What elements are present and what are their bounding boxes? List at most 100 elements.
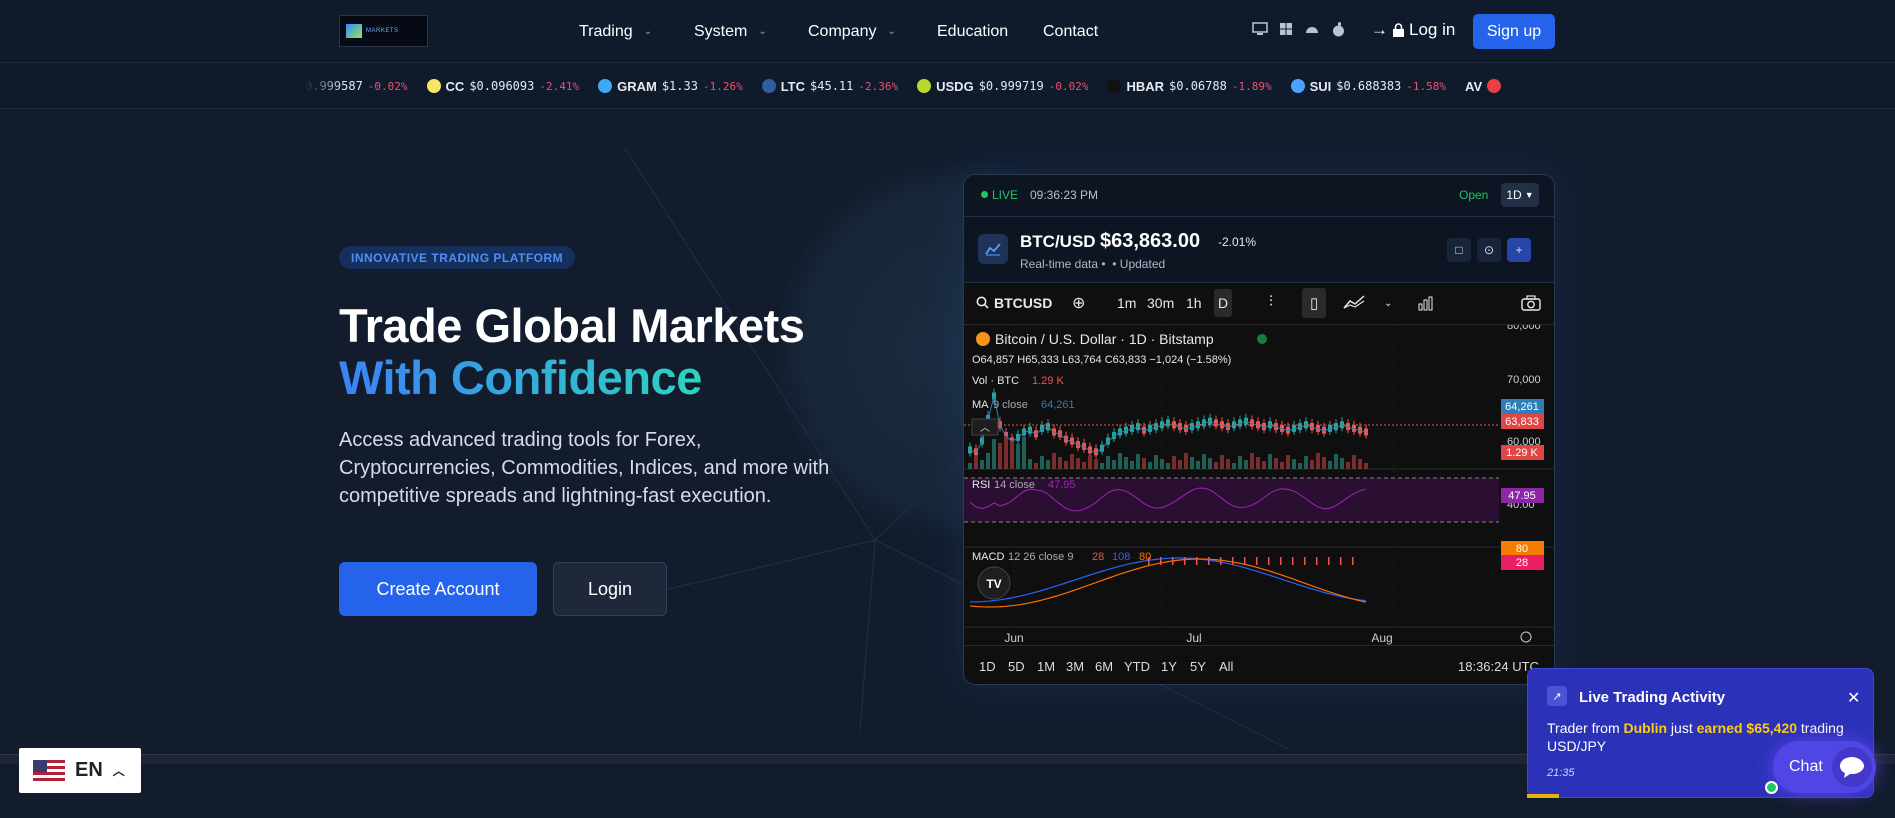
language-selector[interactable]: EN ︿ [19, 748, 141, 793]
volume-bar [1316, 453, 1320, 469]
indicators-icon[interactable]: ⫶ [1269, 293, 1273, 310]
compare-icon[interactable]: ⊕ [1072, 293, 1085, 313]
coin-icon [761, 79, 776, 93]
volume-bar [1274, 458, 1278, 469]
range-6m[interactable]: 6M [1095, 659, 1113, 674]
range-1y[interactable]: 1Y [1161, 659, 1177, 674]
login-button[interactable]: Login [553, 562, 667, 616]
macd-histogram-bar [1184, 557, 1186, 565]
nav-item-system[interactable]: System ⌄ [694, 0, 767, 63]
chevron-down-icon[interactable]: ⌄ [1384, 298, 1392, 309]
ticker-item[interactable]: SUI $0.688383 -1.58% [1290, 79, 1446, 94]
chevron-up-icon: ︿ [980, 423, 990, 434]
apple-icon[interactable] [1330, 22, 1346, 37]
macd-value: 108 [1112, 551, 1130, 563]
macd-histogram-bar [1292, 557, 1294, 565]
volume-bar [1214, 462, 1218, 469]
range-ytd[interactable]: YTD [1124, 659, 1150, 674]
close-icon[interactable]: ✕ [1847, 688, 1860, 708]
hero-description: Access advanced trading tools for Forex,… [339, 429, 830, 507]
nav-item-label: Contact [1043, 22, 1099, 40]
nav-item-label: System [694, 22, 748, 40]
range-5y[interactable]: 5Y [1190, 659, 1206, 674]
bar-chart-icon[interactable] [1417, 295, 1435, 314]
login-link[interactable]: → Log in [1371, 20, 1455, 40]
time-axis-label: Jul [1186, 631, 1201, 645]
interval-1h[interactable]: 1h [1186, 295, 1202, 311]
platform-icons [1252, 22, 1346, 37]
volume-bar [1184, 453, 1188, 469]
area-chart-icon[interactable] [1343, 294, 1365, 312]
volume-bar [1112, 460, 1116, 469]
chevron-up-icon: ︿ [112, 764, 125, 778]
nav-item-education[interactable]: Education [937, 0, 1008, 63]
signup-button[interactable]: Sign up [1473, 14, 1555, 49]
range-1d[interactable]: 1D [979, 659, 996, 674]
ma-label: MA [972, 399, 989, 411]
desktop-icon[interactable] [1252, 22, 1268, 37]
range-1m[interactable]: 1M [1037, 659, 1055, 674]
ticker-item[interactable]: LTC $45.11 -2.36% [761, 79, 898, 94]
nav-item-label: Education [937, 22, 1009, 40]
ticker-item[interactable]: USDG $0.999719 -0.02% [917, 79, 1088, 94]
macd-histogram-bar [1172, 557, 1174, 565]
toast-text: Trader from [1547, 720, 1624, 736]
range-3m[interactable]: 3M [1066, 659, 1084, 674]
interval-30m[interactable]: 30m [1147, 295, 1174, 311]
volume-bar [1304, 456, 1308, 469]
fullscreen-button[interactable]: □ [1447, 238, 1471, 262]
price-axis-label: 70,000 [1507, 374, 1541, 386]
chevron-down-icon: ⌄ [758, 26, 767, 37]
macd-histogram-bar [1232, 557, 1234, 565]
price-ticker: 0.999587-0.02%CC$0.096093-2.41%GRAM$1.33… [0, 63, 1895, 109]
coin-icon [1107, 79, 1122, 93]
price-chart-canvas[interactable]: 80,00070,00060,00040.0064,26163,8331.29 … [964, 325, 1555, 645]
ticker-change: -0.02% [367, 79, 408, 93]
volume-bar [1178, 460, 1182, 469]
android-icon[interactable] [1304, 22, 1320, 37]
ticker-item[interactable]: AV [1465, 79, 1502, 94]
rsi-band [964, 478, 1499, 522]
search-icon[interactable] [976, 296, 989, 312]
price-tag-label: 1.29 K [1506, 447, 1538, 459]
bitcoin-icon [976, 332, 990, 346]
live-time: 09:36:23 PM [1030, 188, 1099, 202]
nav-item-trading[interactable]: Trading ⌄ [579, 0, 652, 63]
tradingview-logo-icon: TV [986, 577, 1001, 591]
ticker-item[interactable]: GRAM $1.33 -1.26% [598, 79, 743, 94]
chart-line-icon: ↗ [1547, 686, 1567, 706]
range-all[interactable]: All [1219, 659, 1233, 674]
square-icon: □ [1455, 243, 1463, 257]
timeframe-select[interactable]: 1D ▼ [1501, 183, 1539, 207]
timeframe-value: 1D [1506, 188, 1522, 202]
nav-item-company[interactable]: Company ⌄ [808, 0, 896, 63]
candles-icon[interactable]: ▯ [1302, 288, 1327, 318]
toast-time: 21:35 [1547, 767, 1575, 779]
volume-label: Vol · BTC [972, 375, 1019, 387]
ticker-item[interactable]: HBAR $0.06788 -1.89% [1107, 79, 1272, 94]
windows-icon[interactable] [1278, 22, 1294, 37]
settings-icon [1520, 631, 1532, 643]
background-lines [624, 147, 1291, 750]
brand-logo[interactable]: MARKETS [339, 15, 428, 47]
volume-bar [1100, 463, 1104, 469]
volume-bar [968, 463, 972, 469]
chat-button[interactable]: Chat [1765, 741, 1876, 794]
symbol-search[interactable]: BTCUSD [994, 295, 1052, 311]
volume-bar [1352, 455, 1356, 469]
volume-bar [1232, 463, 1236, 469]
add-button[interactable]: + [1507, 238, 1531, 262]
hero-title-highlight: With Confidence [339, 351, 702, 404]
interval-1m[interactable]: 1m [1117, 295, 1136, 311]
interval-d[interactable]: D [1214, 289, 1233, 317]
info-button[interactable]: ⊙ [1477, 238, 1501, 262]
login-label: Log in [1409, 20, 1456, 39]
create-account-button[interactable]: Create Account [339, 562, 537, 616]
nav-item-label: Trading [579, 22, 633, 40]
camera-icon[interactable] [1521, 295, 1541, 314]
macd-histogram-bar [1244, 557, 1246, 565]
range-5d[interactable]: 5D [1008, 659, 1025, 674]
nav-item-contact[interactable]: Contact [1043, 0, 1098, 63]
ticker-item[interactable]: CC $0.096093 -2.41% [426, 79, 579, 94]
volume-bar [1148, 462, 1152, 469]
